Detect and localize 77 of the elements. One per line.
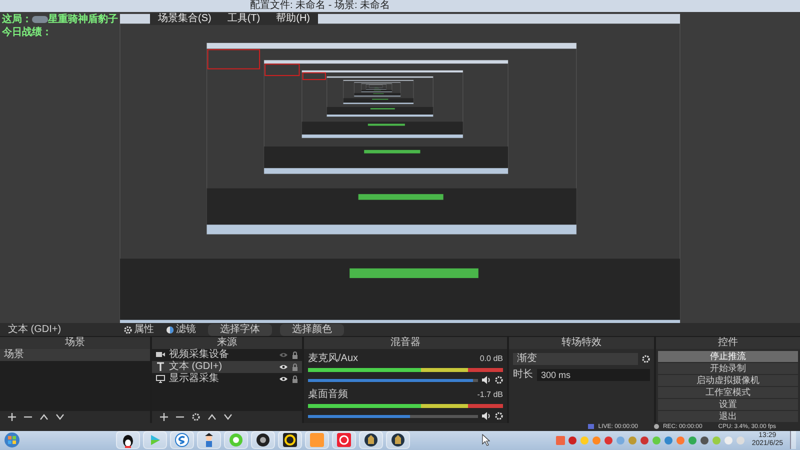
control-button[interactable]: 启动虚拟摄像机 — [658, 374, 798, 386]
control-button[interactable]: 停止推流 — [658, 350, 798, 362]
camera-icon — [156, 351, 165, 358]
penguin-icon — [120, 432, 136, 448]
gear-icon[interactable] — [495, 412, 503, 420]
volume-reading: -1.7 dB — [477, 388, 503, 400]
taskbar-button[interactable] — [386, 431, 410, 450]
lock-icon[interactable] — [292, 362, 298, 371]
record-status-icon — [654, 424, 659, 430]
taskbar-button[interactable] — [116, 431, 140, 450]
menu-item[interactable]: 场景集合(S) — [158, 13, 212, 25]
source-item[interactable]: 显示器采集 — [152, 372, 302, 385]
move-up-icon[interactable] — [40, 414, 48, 420]
mouse-cursor-icon — [482, 434, 490, 446]
stream-status-icon — [588, 424, 594, 430]
eye-icon[interactable] — [279, 364, 288, 370]
taskbar-button[interactable] — [251, 431, 275, 450]
control-button[interactable]: 开始录制 — [658, 362, 798, 374]
lock-icon[interactable] — [292, 374, 298, 383]
menu-item[interactable]: 帮助(H) — [276, 13, 310, 25]
source-name: 视频采集设备 — [169, 348, 230, 360]
square-app-icon — [309, 432, 325, 448]
scene-item[interactable]: 场景 — [0, 348, 150, 361]
transition-dropdown[interactable]: 渐变 — [513, 352, 638, 365]
recorder-icon — [255, 432, 271, 448]
add-icon[interactable] — [160, 412, 168, 421]
move-up-icon[interactable] — [208, 414, 216, 420]
filters-button[interactable]: 滤镜 — [162, 324, 200, 336]
channel-name: 桌面音频 — [308, 388, 348, 400]
filter-icon — [166, 326, 174, 334]
speaker-icon[interactable] — [482, 376, 491, 384]
toolbar-button[interactable]: 选择字体 — [208, 324, 272, 336]
monitor-icon — [156, 374, 165, 383]
gear-icon[interactable] — [495, 376, 503, 384]
control-button[interactable]: 工作室模式 — [658, 386, 798, 398]
start-button-icon[interactable] — [4, 432, 20, 448]
channel-name: 麦克风/Aux — [308, 352, 358, 364]
gear-icon[interactable] — [192, 412, 200, 421]
dock-title: 控件 — [656, 336, 800, 349]
move-down-icon[interactable] — [224, 414, 232, 420]
show-desktop-button[interactable] — [790, 431, 796, 450]
taskbar-button[interactable] — [278, 431, 302, 450]
taskbar-button[interactable] — [197, 431, 221, 450]
s-logo-icon — [174, 432, 190, 448]
overlay-text: 今日战绩： — [2, 26, 53, 39]
volume-slider[interactable] — [308, 414, 478, 418]
dock-title: 场景 — [0, 336, 150, 349]
overlay-text: 星重骑神盾豹子 — [48, 13, 118, 26]
speaker-icon[interactable] — [482, 412, 491, 420]
lock-icon[interactable] — [292, 350, 298, 359]
gear-icon[interactable] — [642, 354, 650, 363]
music-app-icon — [336, 432, 352, 448]
text-icon — [156, 362, 165, 372]
duration-label: 时长 — [513, 368, 533, 381]
eye-icon[interactable] — [279, 376, 288, 382]
menu-item[interactable]: 工具(T) — [227, 13, 260, 25]
overlay-text: 这局： — [2, 13, 32, 26]
source-name: 文本 (GDI+) — [8, 324, 62, 336]
volume-reading: 0.0 dB — [480, 352, 503, 364]
control-button[interactable]: 设置 — [658, 398, 798, 410]
circle-app-icon — [282, 432, 298, 448]
toolbar-button[interactable]: 选择颜色 — [280, 324, 344, 336]
add-icon[interactable] — [8, 412, 16, 421]
move-down-icon[interactable] — [56, 414, 64, 420]
source-name: 文本 (GDI+) — [169, 360, 224, 372]
source-item[interactable]: 文本 (GDI+) — [152, 360, 302, 373]
dock-title: 转场特效 — [509, 336, 654, 349]
properties-button[interactable]: 属性 — [120, 324, 158, 336]
taskbar-button[interactable] — [359, 431, 383, 450]
redaction-mark — [32, 16, 48, 23]
dock-title: 来源 — [152, 336, 302, 349]
dock-title: 混音器 — [304, 336, 507, 349]
source-item[interactable]: 视频采集设备 — [152, 348, 302, 361]
control-button[interactable]: 退出 — [658, 410, 798, 422]
source-name: 显示器采集 — [169, 372, 220, 385]
duration-field[interactable]: 300 ms — [537, 368, 650, 381]
gear-icon — [124, 326, 132, 334]
